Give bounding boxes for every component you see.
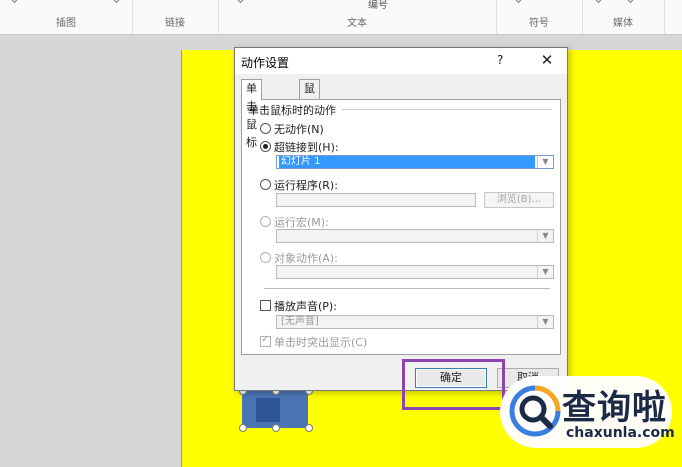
- watermark-url: chaxunla.com: [566, 425, 675, 441]
- shape-inner: [256, 398, 280, 422]
- ribbon: 插图 链接 编号 文本 符号 媒体: [0, 0, 682, 35]
- ribbon-group-illustrations[interactable]: 插图: [0, 0, 133, 34]
- close-icon[interactable]: ✕: [537, 51, 557, 69]
- macro-select[interactable]: ▼: [276, 229, 554, 243]
- ribbon-icon: [236, 0, 244, 6]
- resize-handle[interactable]: [305, 424, 313, 432]
- chevron-down-icon[interactable]: ▼: [537, 266, 553, 278]
- action-settings-dialog: 动作设置 ? ✕ 单击鼠标 鼠标移过 单击鼠标时的动作 无动作(N) 超链接到(…: [234, 47, 568, 391]
- ribbon-group-text[interactable]: 编号 文本: [218, 0, 497, 34]
- sound-select[interactable]: [无声音] ▼: [276, 315, 554, 329]
- hyperlink-select[interactable]: 幻灯片 1 ▼: [276, 155, 554, 169]
- ribbon-group-media[interactable]: 媒体: [582, 0, 665, 34]
- ribbon-icon: [626, 0, 634, 6]
- resize-handle[interactable]: [272, 424, 280, 432]
- object-action-select[interactable]: ▼: [276, 265, 554, 279]
- radio-object-action[interactable]: [260, 252, 271, 263]
- radio-object-action-label: 对象动作(A):: [274, 252, 338, 265]
- ribbon-icon: [112, 0, 120, 6]
- radio-hyperlink-label: 超链接到(H):: [274, 141, 339, 154]
- dialog-titlebar[interactable]: 动作设置 ? ✕: [235, 48, 567, 74]
- chevron-down-icon[interactable]: ▼: [537, 156, 553, 168]
- selected-shape[interactable]: [242, 390, 308, 428]
- highlight-click-label: 单击时突出显示(C): [274, 336, 368, 349]
- ribbon-group-label: 链接: [165, 18, 185, 29]
- radio-none-label: 无动作(N): [274, 123, 324, 136]
- group-label: 单击鼠标时的动作: [248, 104, 336, 117]
- chevron-down-icon[interactable]: ▼: [537, 316, 553, 328]
- highlight-click-checkbox[interactable]: [260, 334, 271, 347]
- radio-run-macro-label: 运行宏(M):: [274, 216, 329, 229]
- ribbon-group-label: 插图: [56, 18, 76, 29]
- separator: [264, 288, 550, 289]
- radio-hyperlink[interactable]: [260, 141, 271, 152]
- tab-mouse-click[interactable]: 单击鼠标: [241, 79, 262, 149]
- ribbon-group-symbols[interactable]: 符号: [496, 0, 583, 34]
- play-sound-label: 播放声音(P):: [274, 300, 337, 313]
- sound-select-value: [无声音]: [281, 316, 319, 327]
- browse-button[interactable]: 浏览(B)...: [484, 192, 554, 208]
- help-button[interactable]: ?: [497, 53, 503, 67]
- ribbon-cut-label: 编号: [368, 0, 388, 11]
- dialog-title: 动作设置: [241, 56, 290, 70]
- program-path-input[interactable]: [276, 193, 476, 207]
- group-divider: [342, 109, 552, 110]
- hyperlink-select-value: 幻灯片 1: [279, 156, 535, 168]
- ribbon-icon: [594, 0, 602, 6]
- ribbon-icon: [10, 0, 18, 6]
- ribbon-group-label: 符号: [529, 18, 549, 29]
- ribbon-group-label: 文本: [347, 18, 367, 29]
- highlight-box: [402, 359, 505, 410]
- magnifier-logo-icon: [508, 384, 562, 438]
- tab-mouse-over[interactable]: 鼠标移过: [299, 79, 320, 149]
- radio-run-macro[interactable]: [260, 216, 271, 227]
- ribbon-group-links[interactable]: 链接: [132, 0, 219, 34]
- radio-run-program-label: 运行程序(R):: [274, 179, 338, 192]
- chevron-down-icon[interactable]: ▼: [537, 230, 553, 242]
- play-sound-checkbox[interactable]: [260, 300, 271, 311]
- radio-none[interactable]: [260, 123, 271, 134]
- resize-handle[interactable]: [239, 424, 247, 432]
- ribbon-group-label: 媒体: [613, 18, 633, 29]
- watermark-title: 查询啦: [562, 388, 667, 428]
- radio-run-program[interactable]: [260, 179, 271, 190]
- ribbon-icon: [514, 0, 522, 6]
- tab-panel: 单击鼠标时的动作 无动作(N) 超链接到(H): 幻灯片 1 ▼ 运行程序(R)…: [241, 99, 561, 355]
